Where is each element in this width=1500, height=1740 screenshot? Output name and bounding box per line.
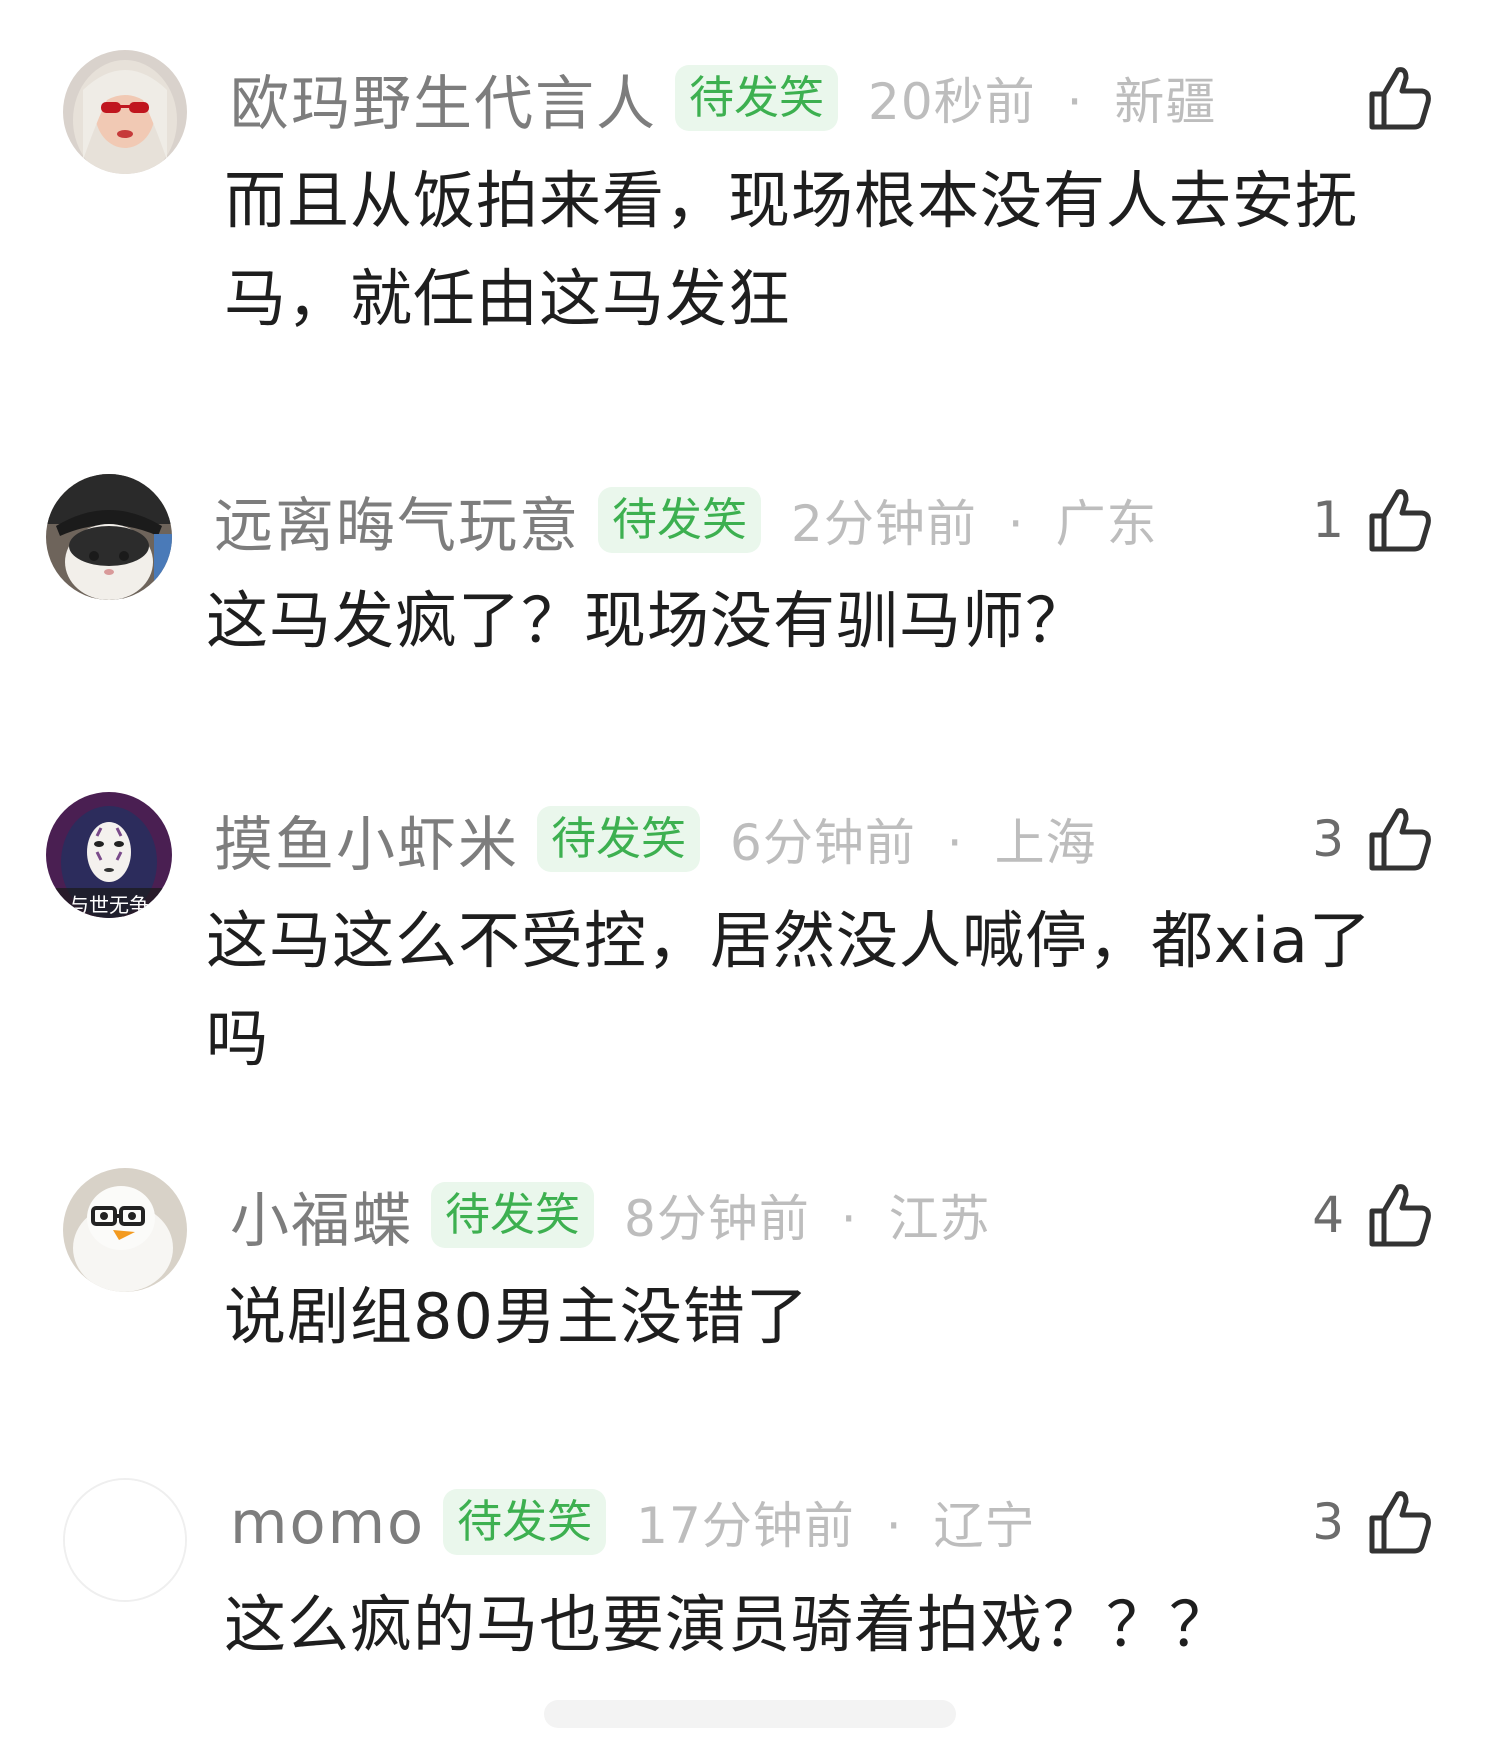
status-badge: 待发笑 xyxy=(537,806,701,872)
status-badge: 待发笑 xyxy=(443,1489,607,1555)
comment-location: 广东 xyxy=(1055,495,1158,553)
like-count: 4 xyxy=(1312,1186,1344,1244)
comment-time: 6分钟前 xyxy=(730,814,916,872)
comment-header: 远离晦气玩意 待发笑 2分钟前 · 广东 xyxy=(214,480,1158,560)
comment-text: 这马发疯了？现场没有驯马师？ xyxy=(206,584,1089,657)
comment-location: 辽宁 xyxy=(933,1497,1036,1555)
status-badge: 待发笑 xyxy=(431,1182,595,1248)
comment-header: momo 待发笑 17分钟前 · 辽宁 xyxy=(230,1482,1036,1562)
comment-text: 而且从饭拍来看，现场根本没有人去安抚马，就任由这马发狂 xyxy=(224,164,1359,335)
thumbs-up-icon[interactable] xyxy=(1366,64,1432,132)
meta-separator: · xyxy=(840,1190,858,1248)
status-badge: 待发笑 xyxy=(675,65,839,131)
comment-time: 20秒前 xyxy=(868,73,1036,131)
username[interactable]: momo xyxy=(230,1488,425,1557)
thumbs-up-icon[interactable] xyxy=(1366,486,1432,554)
comment-time: 2分钟前 xyxy=(791,495,977,553)
comment-time: 17分钟前 xyxy=(636,1497,855,1555)
meta-separator: · xyxy=(1007,495,1025,553)
comment-meta: 17分钟前 · 辽宁 xyxy=(636,1486,1035,1558)
comment-meta: 8分钟前 · 江苏 xyxy=(624,1179,991,1251)
comment-location: 江苏 xyxy=(888,1190,991,1248)
like-button[interactable]: 4 xyxy=(1312,1175,1432,1255)
username[interactable]: 小福蝶 xyxy=(230,1173,413,1258)
status-badge: 待发笑 xyxy=(598,487,762,553)
comment-text: 说剧组80男主没错了 xyxy=(224,1280,809,1353)
like-count: 3 xyxy=(1312,810,1344,868)
comment-text: 这马这么不受控，居然没人喊停，都xia了吗 xyxy=(206,904,1372,1075)
user-avatar[interactable] xyxy=(63,1478,187,1602)
comment-location: 新疆 xyxy=(1114,73,1217,131)
like-button[interactable]: 3 xyxy=(1312,1482,1432,1562)
username[interactable]: 远离晦气玩意 xyxy=(214,478,580,563)
meta-separator: · xyxy=(946,814,964,872)
comment-header: 小福蝶 待发笑 8分钟前 · 江苏 xyxy=(230,1175,991,1255)
comment-time: 8分钟前 xyxy=(624,1190,810,1248)
comment-meta: 6分钟前 · 上海 xyxy=(730,803,1097,875)
meta-separator: · xyxy=(885,1497,903,1555)
thumbs-up-icon[interactable] xyxy=(1366,805,1432,873)
comment-header: 摸鱼小虾米 待发笑 6分钟前 · 上海 xyxy=(214,799,1097,879)
like-button[interactable]: 3 xyxy=(1312,799,1432,879)
username[interactable]: 摸鱼小虾米 xyxy=(214,797,519,882)
like-button[interactable]: 1 xyxy=(1312,480,1432,560)
like-count: 1 xyxy=(1312,491,1344,549)
svg-text:与世无争: 与世无争 xyxy=(69,893,149,917)
username[interactable]: 欧玛野生代言人 xyxy=(230,56,657,141)
comment-meta: 2分钟前 · 广东 xyxy=(791,484,1158,556)
comment-location: 上海 xyxy=(994,814,1097,872)
home-indicator[interactable] xyxy=(544,1700,956,1728)
comment-text: 这么疯的马也要演员骑着拍戏？？？ xyxy=(224,1588,1233,1661)
comment-header: 欧玛野生代言人 待发笑 20秒前 · 新疆 xyxy=(230,58,1216,138)
like-count: 3 xyxy=(1312,1493,1344,1551)
user-avatar[interactable] xyxy=(46,474,172,600)
thumbs-up-icon[interactable] xyxy=(1366,1488,1432,1556)
user-avatar[interactable] xyxy=(63,50,187,174)
user-avatar[interactable] xyxy=(63,1168,187,1292)
meta-separator: · xyxy=(1066,73,1084,131)
user-avatar[interactable]: 与世无争 xyxy=(46,792,172,918)
thumbs-up-icon[interactable] xyxy=(1366,1181,1432,1249)
comment-meta: 20秒前 · 新疆 xyxy=(868,62,1216,134)
like-button[interactable] xyxy=(1344,58,1432,138)
